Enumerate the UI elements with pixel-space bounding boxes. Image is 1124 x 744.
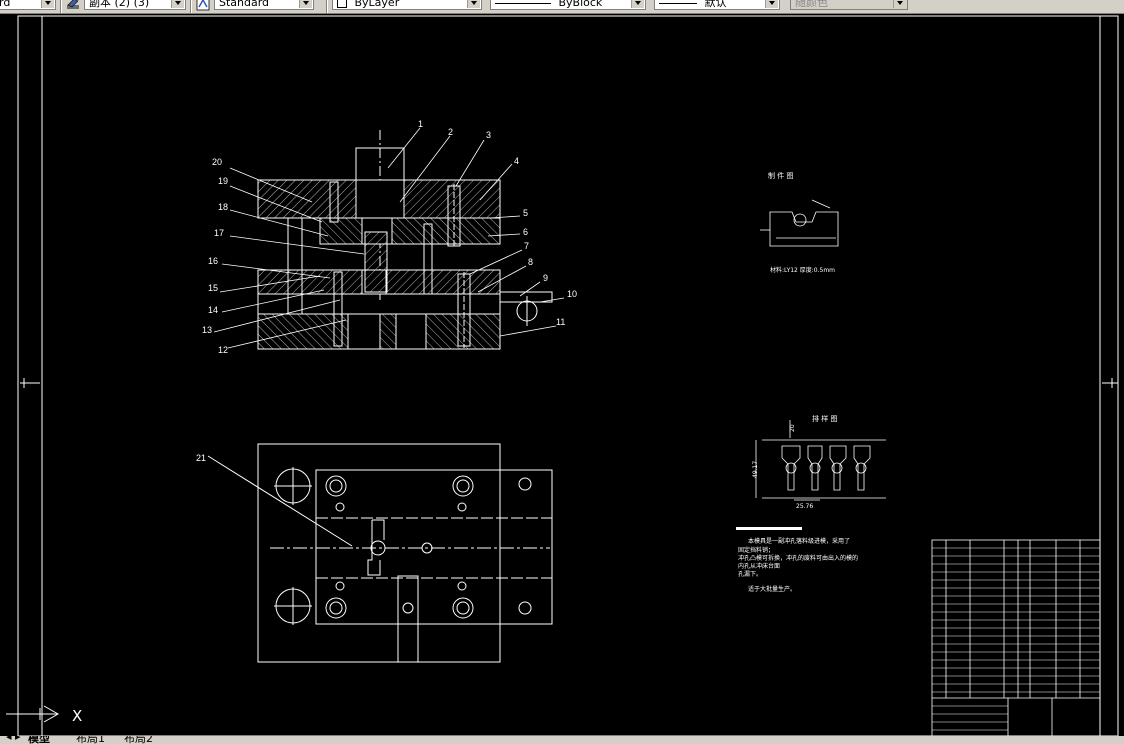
layer-state-value: 副本 (2) (3) (89, 0, 150, 9)
chevron-down-icon[interactable] (467, 0, 480, 8)
title-block (931, 539, 1101, 736)
dim-step: 25.76 (796, 503, 813, 510)
chevron-down-icon[interactable] (171, 0, 184, 8)
part-label-20: 20 (212, 157, 222, 167)
lineweight-swatch-icon (659, 2, 697, 4)
model-space-canvas[interactable]: 1 2 3 4 5 6 7 8 9 10 11 12 13 14 15 16 1… (0, 14, 1124, 736)
part-label-2: 2 (448, 127, 453, 137)
part-label-3: 3 (486, 130, 491, 140)
die-assembly-section-view: 1 2 3 4 5 6 7 8 9 10 11 12 13 14 15 16 1… (202, 119, 577, 355)
part-label-7: 7 (524, 241, 529, 251)
part-drawing-title: 制 件 图 (768, 171, 793, 180)
part-label-21: 21 (196, 453, 206, 463)
tab-layout-2[interactable]: 布局2 (124, 736, 153, 744)
layer-state-combo[interactable]: 副本 (2) (3) (84, 0, 186, 10)
part-label-16: 16 (208, 256, 218, 266)
chevron-down-icon[interactable] (299, 0, 312, 8)
technical-description: 本模具是一副冲孔落料级进模，采用了 固定挡料销； 冲孔凸模可拆换，冲孔的废料可由… (736, 527, 858, 593)
desc-line-5: 孔漏下。 (738, 570, 762, 578)
ucs-x-label: X (72, 707, 82, 725)
text-style-value: Standard (219, 0, 270, 9)
part-label-11: 11 (556, 317, 565, 327)
desc-line-2: 固定挡料销； (738, 546, 774, 554)
color-swatch-icon (337, 0, 347, 8)
part-label-18: 18 (218, 202, 228, 212)
part-label-13: 13 (202, 325, 212, 335)
part-label-15: 15 (208, 283, 218, 293)
desc-line-3: 冲孔凸模可拆换，冲孔的废料可由出入的模的 (738, 554, 858, 562)
strip-layout-title: 排 样 图 (812, 414, 837, 423)
part-label-14: 14 (208, 305, 218, 315)
desc-line-4: 内孔从冲床台面 (738, 562, 780, 570)
chevron-down-icon[interactable] (893, 0, 906, 8)
plot-style-combo[interactable]: 随颜色 (790, 0, 908, 10)
part-drawing: 制 件 图 材料:LY12 厚度:0.5mm (760, 171, 839, 274)
desc-line-1: 本模具是一副冲孔落料级进模，采用了 (748, 537, 850, 545)
color-value: ByLayer (354, 0, 400, 9)
text-style-combo[interactable]: Standard (214, 0, 314, 10)
layout-tab-bar: ◂ ▸ 模型 布局1 布局2 (0, 736, 1124, 744)
toolbar-separator (190, 0, 192, 13)
tab-layout-1[interactable]: 布局1 (76, 736, 105, 744)
linetype-value: ByBlock (558, 0, 603, 9)
chevron-down-icon[interactable] (41, 0, 54, 8)
lineweight-control-combo[interactable]: 默认 (654, 0, 780, 10)
part-label-1: 1 (418, 119, 423, 129)
chevron-down-icon[interactable] (631, 0, 644, 8)
tab-model[interactable]: 模型 (28, 736, 50, 744)
linetype-swatch-icon (495, 2, 551, 4)
linetype-control-combo[interactable]: ByBlock (490, 0, 646, 10)
dimension-style-combo[interactable]: rd (0, 0, 56, 10)
part-label-8: 8 (528, 257, 533, 267)
color-control-combo[interactable]: ByLayer (332, 0, 482, 10)
plot-style-value: 随颜色 (795, 0, 828, 9)
part-label-5: 5 (523, 208, 528, 218)
layer-states-icon[interactable] (66, 0, 80, 11)
part-label-12: 12 (218, 345, 228, 355)
text-style-icon[interactable] (196, 0, 210, 11)
part-label-9: 9 (543, 273, 548, 283)
die-plan-view: 21 (196, 443, 553, 663)
dim-width: 49.17 (752, 461, 759, 478)
part-label-19: 19 (218, 176, 228, 186)
part-label-10: 10 (567, 289, 577, 299)
part-label-6: 6 (523, 227, 528, 237)
lineweight-value: 默认 (704, 0, 727, 9)
strip-layout-drawing: 排 样 图 49.17 25.76 20 (752, 414, 886, 510)
chevron-down-icon[interactable] (765, 0, 778, 8)
properties-toolbar: rd 副本 (2) (3) Standard ByLayer ByBlock 默… (0, 0, 1124, 14)
material-note: 材料:LY12 厚度:0.5mm (770, 266, 835, 274)
part-label-17: 17 (214, 228, 224, 238)
toolbar-separator (60, 0, 62, 13)
toolbar-separator (326, 0, 328, 13)
desc-line-6: 适于大批量生产。 (748, 585, 796, 593)
part-label-4: 4 (514, 156, 519, 166)
ucs-icon: X (6, 705, 82, 725)
dimension-style-value: rd (0, 0, 11, 9)
dim-pitch: 20 (789, 424, 796, 432)
tab-nav-arrows[interactable]: ◂ ▸ (6, 736, 21, 743)
